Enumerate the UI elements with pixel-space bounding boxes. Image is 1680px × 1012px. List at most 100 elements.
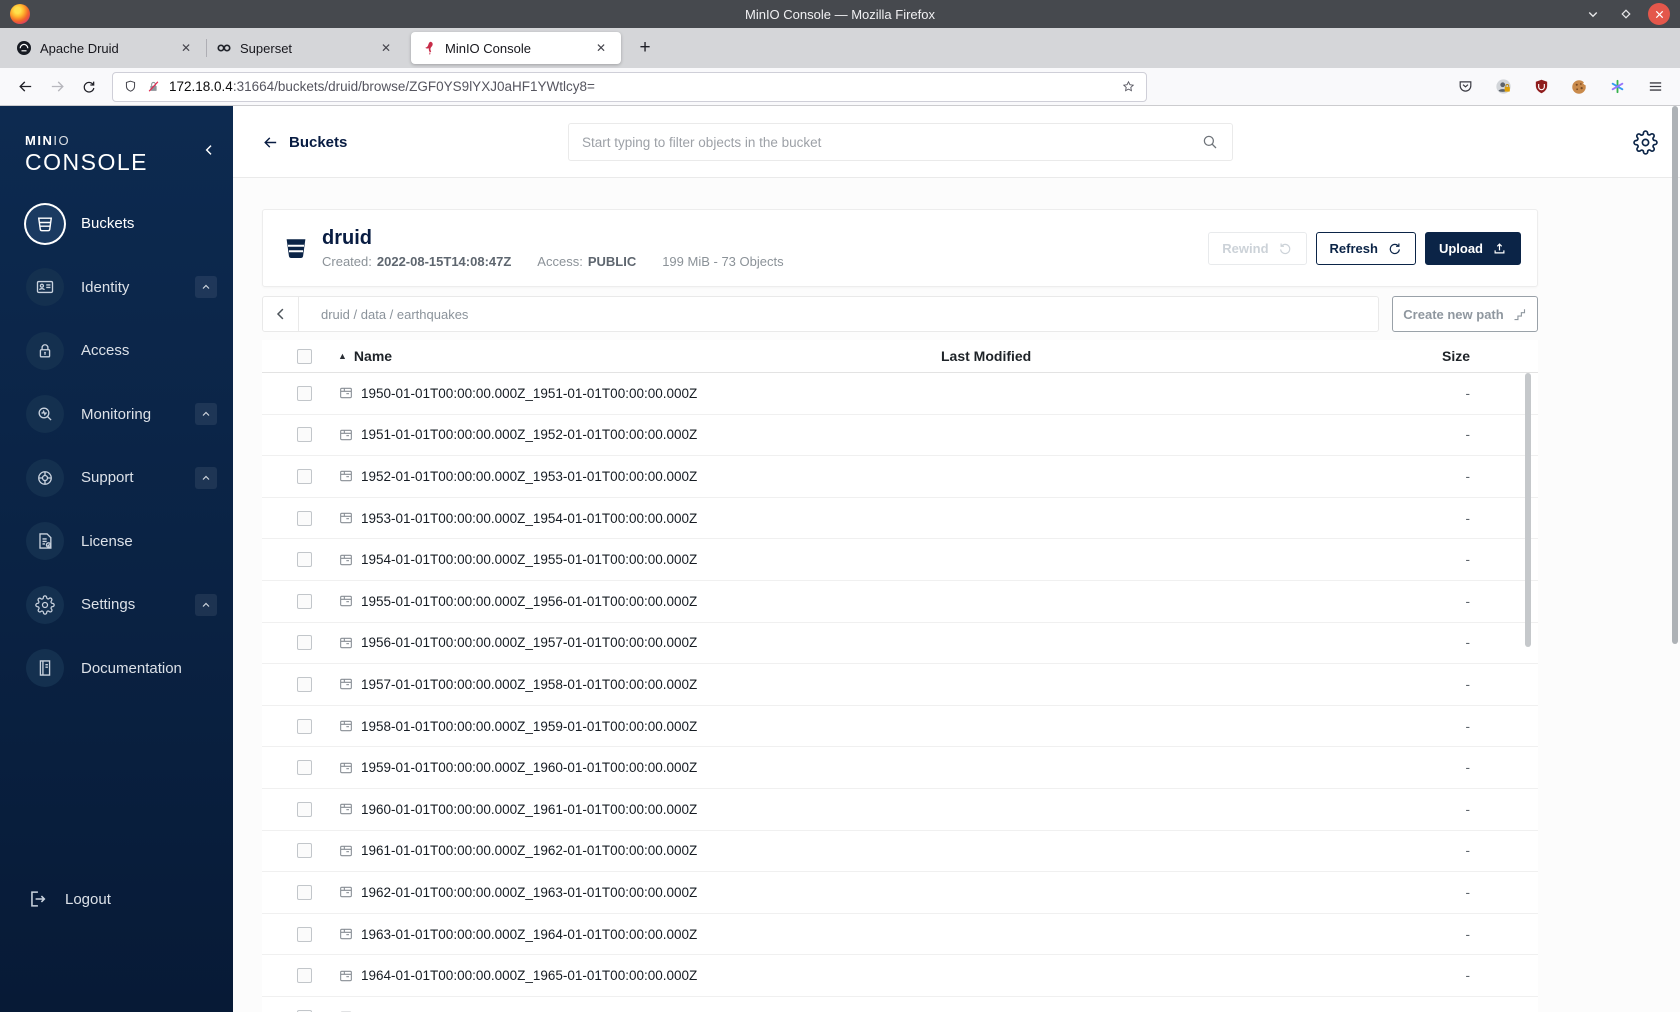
sidebar-item-label: Documentation — [81, 659, 182, 677]
table-row[interactable]: 1959-01-01T00:00:00.000Z_1960-01-01T00:0… — [262, 747, 1538, 789]
sidebar-item-settings[interactable]: Settings — [0, 573, 233, 637]
sidebar-item-label: Monitoring — [81, 405, 152, 423]
identity-icon — [35, 277, 55, 297]
sidebar-item-support[interactable]: Support — [0, 446, 233, 510]
sidebar-item-buckets[interactable]: Buckets — [0, 192, 233, 256]
page-scrollbar-thumb[interactable] — [1672, 106, 1678, 644]
row-checkbox[interactable] — [297, 593, 312, 609]
table-row[interactable]: 1961-01-01T00:00:00.000Z_1962-01-01T00:0… — [262, 830, 1538, 873]
chevron-up-icon[interactable] — [195, 593, 217, 616]
chevron-up-icon[interactable] — [195, 466, 217, 489]
object-prefix-icon — [338, 510, 354, 526]
row-checkbox[interactable] — [297, 552, 312, 568]
breadcrumb[interactable]: druid / data / earthquakes — [299, 307, 468, 322]
table-row[interactable]: 1950-01-01T00:00:00.000Z_1951-01-01T00:0… — [262, 373, 1538, 415]
row-checkbox[interactable] — [297, 427, 312, 443]
container-asterisk-icon[interactable] — [1602, 72, 1632, 102]
table-row[interactable]: 1958-01-01T00:00:00.000Z_1959-01-01T00:0… — [262, 705, 1538, 748]
tab-title: Superset — [240, 40, 293, 56]
bucket-usage: 199 MiB - 73 Objects — [662, 254, 784, 269]
sidebar-item-logout[interactable]: Logout — [0, 879, 233, 919]
account-avatar-icon[interactable] — [1488, 72, 1518, 102]
back-to-buckets-button[interactable]: Buckets — [262, 106, 347, 178]
gear-icon[interactable] — [1633, 130, 1658, 155]
row-checkbox[interactable] — [297, 385, 312, 401]
rewind-button[interactable]: Rewind — [1208, 231, 1307, 265]
table-row[interactable]: 1951-01-01T00:00:00.000Z_1952-01-01T00:0… — [262, 414, 1538, 457]
table-row[interactable]: 1964-01-01T00:00:00.000Z_1965-01-01T00:0… — [262, 955, 1538, 997]
chevron-up-icon[interactable] — [195, 403, 217, 426]
tab-apache-druid[interactable]: Apache Druid — [6, 28, 206, 68]
close-tab-icon[interactable] — [591, 38, 611, 58]
table-row[interactable]: 1956-01-01T00:00:00.000Z_1957-01-01T00:0… — [262, 622, 1538, 665]
refresh-icon — [1389, 243, 1400, 254]
row-checkbox[interactable] — [297, 968, 312, 984]
row-checkbox[interactable] — [297, 468, 312, 484]
object-name: 1951-01-01T00:00:00.000Z_1952-01-01T00:0… — [361, 427, 698, 443]
bucket-created: Created: 2022-08-15T14:08:47Z — [322, 254, 512, 269]
object-name: 1955-01-01T00:00:00.000Z_1956-01-01T00:0… — [361, 593, 698, 609]
table-scrollbar-thumb[interactable] — [1525, 373, 1531, 647]
cookie-icon[interactable] — [1564, 72, 1594, 102]
row-checkbox[interactable] — [297, 884, 312, 900]
table-row[interactable]: 1962-01-01T00:00:00.000Z_1963-01-01T00:0… — [262, 872, 1538, 914]
window-maximize-icon[interactable] — [1615, 3, 1637, 25]
row-checkbox[interactable] — [297, 926, 312, 942]
tracking-shield-icon[interactable] — [123, 79, 138, 94]
new-tab-button[interactable] — [630, 33, 660, 63]
table-row[interactable]: 1963-01-01T00:00:00.000Z_1964-01-01T00:0… — [262, 913, 1538, 956]
sidebar-item-monitoring[interactable]: Monitoring — [0, 383, 233, 447]
table-row[interactable]: 1954-01-01T00:00:00.000Z_1955-01-01T00:0… — [262, 539, 1538, 581]
tab-superset[interactable]: Superset — [206, 28, 406, 68]
window-close-icon[interactable] — [1648, 3, 1670, 25]
forward-icon[interactable] — [42, 72, 72, 102]
window-minimize-icon[interactable] — [1582, 3, 1604, 25]
bookmark-star-icon[interactable] — [1121, 79, 1136, 94]
upload-button[interactable]: Upload — [1424, 231, 1521, 265]
object-prefix-icon — [338, 468, 354, 484]
object-size: - — [1465, 468, 1471, 484]
chevron-up-icon[interactable] — [195, 276, 217, 299]
search-input[interactable] — [582, 134, 1201, 150]
select-all-checkbox[interactable] — [297, 348, 312, 364]
tab-minio-console[interactable]: MinIO Console — [411, 32, 621, 64]
reload-icon[interactable] — [74, 72, 104, 102]
sidebar-item-documentation[interactable]: Documentation — [0, 637, 233, 701]
row-checkbox[interactable] — [297, 718, 312, 734]
object-prefix-icon — [338, 884, 354, 900]
object-prefix-icon — [338, 843, 354, 859]
object-name: 1953-01-01T00:00:00.000Z_1954-01-01T00:0… — [361, 510, 698, 526]
refresh-button[interactable]: Refresh — [1315, 231, 1416, 265]
row-checkbox[interactable] — [297, 801, 312, 817]
close-tab-icon[interactable] — [176, 38, 196, 58]
sidebar-item-label: Buckets — [81, 215, 135, 233]
column-header-name[interactable]: Name — [322, 348, 941, 364]
table-row[interactable]: 1953-01-01T00:00:00.000Z_1954-01-01T00:0… — [262, 497, 1538, 540]
pocket-icon[interactable] — [1450, 72, 1480, 102]
ublock-icon[interactable] — [1526, 72, 1556, 102]
insecure-lock-icon[interactable] — [146, 79, 161, 94]
sidebar-item-license[interactable]: License — [0, 510, 233, 574]
hamburger-menu-icon[interactable] — [1640, 72, 1670, 102]
table-row[interactable]: 1960-01-01T00:00:00.000Z_1961-01-01T00:0… — [262, 788, 1538, 831]
row-checkbox[interactable] — [297, 635, 312, 651]
table-row[interactable]: 1952-01-01T00:00:00.000Z_1953-01-01T00:0… — [262, 456, 1538, 498]
sidebar-item-access[interactable]: Access — [0, 319, 233, 383]
object-filter-searchbox[interactable] — [568, 123, 1233, 161]
row-checkbox[interactable] — [297, 760, 312, 776]
close-tab-icon[interactable] — [376, 38, 396, 58]
table-row[interactable]: 1957-01-01T00:00:00.000Z_1958-01-01T00:0… — [262, 664, 1538, 706]
minio-console-logo: MINIO CONSOLE — [25, 133, 148, 175]
row-checkbox[interactable] — [297, 510, 312, 526]
sidebar-collapse-icon[interactable] — [201, 142, 217, 158]
url-bar[interactable]: 172.18.0.4:31664/buckets/druid/browse/ZG… — [112, 71, 1147, 102]
path-back-chevron-icon[interactable] — [263, 297, 299, 331]
row-checkbox[interactable] — [297, 843, 312, 859]
table-row[interactable]: 1965-01-01T00:00:00.000Z_1966-01-01T00:0… — [262, 996, 1538, 1012]
row-checkbox[interactable] — [297, 676, 312, 692]
sidebar-item-identity[interactable]: Identity — [0, 256, 233, 320]
documentation-icon — [35, 658, 55, 678]
table-row[interactable]: 1955-01-01T00:00:00.000Z_1956-01-01T00:0… — [262, 580, 1538, 623]
create-new-path-button[interactable]: Create new path — [1392, 296, 1538, 332]
back-icon[interactable] — [10, 72, 40, 102]
